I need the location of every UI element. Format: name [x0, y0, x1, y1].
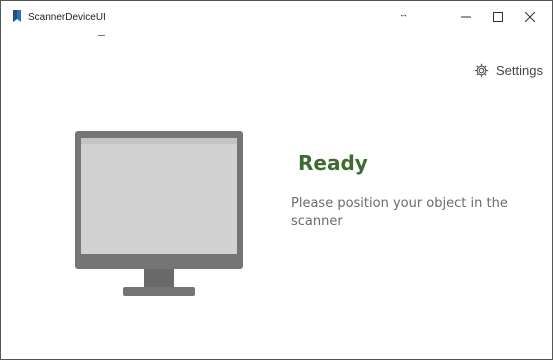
title-underline-mark — [98, 35, 105, 36]
minimize-icon — [461, 16, 471, 18]
close-button[interactable] — [515, 5, 545, 29]
maximize-icon — [493, 12, 503, 22]
status-title: Ready — [298, 151, 368, 175]
title-bar[interactable]: ScannerDeviceUI ↔ — [1, 1, 552, 36]
window-title: ScannerDeviceUI — [28, 12, 106, 23]
maximize-button[interactable] — [483, 5, 513, 29]
status-description: Please position your object in the scann… — [291, 196, 508, 229]
app-window: ScannerDeviceUI ↔ Settings Ready Please … — [0, 0, 553, 360]
settings-button[interactable]: Settings — [474, 63, 543, 78]
minimize-button[interactable] — [451, 5, 481, 29]
gear-icon — [474, 63, 489, 78]
monitor-icon — [75, 131, 243, 296]
close-icon — [525, 12, 535, 22]
resize-grip-icon[interactable]: ↔ — [399, 9, 408, 19]
scanner-app-icon — [13, 10, 21, 22]
settings-label: Settings — [496, 63, 543, 78]
